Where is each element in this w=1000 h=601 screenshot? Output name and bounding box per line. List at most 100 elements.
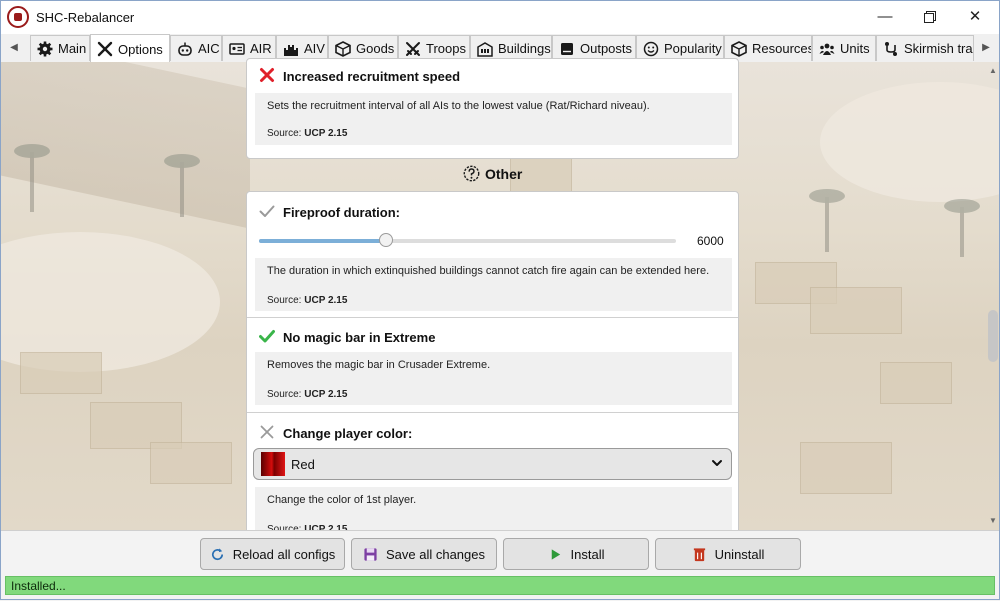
- tab-popularity-label: Popularity: [664, 41, 722, 56]
- tab-main[interactable]: Main: [30, 35, 90, 61]
- play-icon: [551, 548, 560, 560]
- color-swatch: [261, 452, 285, 476]
- tab-scroll-left-icon[interactable]: ◀: [0, 34, 28, 62]
- save-label: Save all changes: [385, 546, 485, 562]
- status-text: Installed...: [11, 579, 66, 593]
- x-mark-icon[interactable]: [259, 424, 275, 440]
- tab-skirmish-trail[interactable]: Skirmish trail: [876, 35, 974, 61]
- slider-fill: [259, 239, 387, 243]
- scroll-up-icon[interactable]: ▲: [988, 66, 998, 75]
- tab-aiv-label: AIV: [304, 41, 325, 56]
- id-card-icon: [229, 42, 245, 55]
- install-label: Install: [570, 546, 605, 562]
- tab-outposts-label: Outposts: [580, 41, 633, 56]
- tab-resources[interactable]: Resources: [724, 35, 812, 61]
- source-text: Source: UCP 2.15: [267, 389, 348, 400]
- palm-tree: [14, 144, 50, 212]
- duration-slider[interactable]: [259, 233, 676, 247]
- chevron-down-icon: [712, 460, 722, 466]
- x-mark-icon[interactable]: [259, 67, 275, 83]
- tab-aic[interactable]: AIC: [170, 35, 222, 61]
- status-bar: Installed...: [5, 576, 995, 595]
- tab-troops-label: Troops: [426, 41, 466, 56]
- slider-thumb[interactable]: [379, 233, 394, 247]
- description-text: The duration in which extinquished build…: [267, 265, 710, 277]
- maximize-icon[interactable]: [915, 6, 945, 28]
- question-circle-icon: [463, 165, 480, 182]
- description-box: The duration in which extinquished build…: [255, 258, 732, 311]
- source-text: Source: UCP 2.15: [267, 128, 348, 139]
- users-icon: [819, 43, 835, 55]
- player-color-dropdown[interactable]: Red: [253, 448, 732, 480]
- source-text: Source: UCP 2.15: [267, 295, 348, 306]
- reload-icon: [211, 547, 223, 560]
- reload-configs-button[interactable]: Reload all configs: [200, 538, 345, 570]
- checkmark-icon[interactable]: [259, 203, 275, 219]
- description-box: Removes the magic bar in Crusader Extrem…: [255, 352, 732, 405]
- footer-bar: Reload all configs Save all changes Inst…: [0, 530, 1000, 601]
- card-increased-recruitment-speed: Increased recruitment speed Sets the rec…: [246, 58, 739, 159]
- tab-units-label: Units: [840, 41, 870, 56]
- description-text: Sets the recruitment interval of all AIs…: [267, 100, 650, 112]
- card-title: Fireproof duration:: [283, 205, 400, 220]
- tab-air-label: AIR: [250, 41, 272, 56]
- save-icon: [364, 547, 377, 561]
- house: [150, 442, 232, 484]
- uninstall-label: Uninstall: [714, 546, 765, 562]
- robot-icon: [178, 42, 192, 56]
- house: [880, 362, 952, 404]
- uninstall-button[interactable]: Uninstall: [655, 538, 801, 570]
- cube-icon: [731, 40, 747, 57]
- crusader-shield-icon: [7, 6, 29, 28]
- server-icon: [561, 42, 573, 55]
- section-header-other: Other: [463, 165, 522, 182]
- card-no-magic-bar: No magic bar in Extreme Removes the magi…: [247, 318, 738, 412]
- building-icon: [477, 41, 493, 57]
- close-icon[interactable]: ✕: [960, 6, 990, 28]
- trash-icon: [693, 547, 705, 561]
- tab-main-label: Main: [58, 41, 87, 56]
- install-button[interactable]: Install: [503, 538, 649, 570]
- slider-value: 6000: [697, 234, 724, 248]
- palm-tree: [809, 189, 845, 252]
- tab-scroll-right-icon[interactable]: ▶: [972, 34, 1000, 62]
- tab-skirmish-trail-label: Skirmish trail: [904, 41, 974, 56]
- tools-icon: [97, 41, 113, 57]
- title-bar: SHC-Rebalancer — ✕: [0, 0, 1000, 34]
- box-icon: [335, 40, 351, 57]
- section-title: Other: [485, 165, 523, 182]
- tab-buildings-label: Buildings: [498, 41, 551, 56]
- card-title: Increased recruitment speed: [283, 69, 461, 84]
- palm-tree: [164, 154, 200, 217]
- vertical-scrollbar[interactable]: [988, 310, 998, 362]
- tab-aic-label: AIC: [198, 41, 220, 56]
- options-group-other: Fireproof duration: 6000 The duration in…: [246, 191, 739, 536]
- crossed-swords-icon: [406, 41, 420, 56]
- palm-tree: [944, 199, 980, 257]
- tab-goods-label: Goods: [356, 41, 395, 56]
- castle-icon: [284, 44, 298, 56]
- route-icon: [885, 41, 897, 56]
- save-changes-button[interactable]: Save all changes: [351, 538, 497, 570]
- card-change-player-color: Change player color: Red Change the colo…: [247, 413, 738, 535]
- sand-dune: [0, 232, 220, 372]
- checkmark-icon[interactable]: [259, 328, 275, 344]
- reload-label: Reload all configs: [232, 546, 336, 562]
- description-box: Sets the recruitment interval of all AIs…: [255, 93, 732, 145]
- tab-options[interactable]: Options: [90, 34, 170, 63]
- tab-units[interactable]: Units: [812, 35, 876, 61]
- scroll-down-icon[interactable]: ▼: [988, 516, 998, 525]
- dropdown-selected-value: Red: [291, 457, 315, 472]
- description-box: Change the color of 1st player. Source: …: [255, 487, 732, 535]
- house: [800, 442, 892, 494]
- house: [810, 287, 902, 334]
- card-title: No magic bar in Extreme: [283, 330, 436, 345]
- minimize-icon[interactable]: —: [870, 6, 900, 28]
- card-title: Change player color:: [283, 426, 413, 441]
- description-text: Change the color of 1st player.: [267, 494, 417, 506]
- description-text: Removes the magic bar in Crusader Extrem…: [267, 359, 491, 371]
- tab-resources-label: Resources: [752, 41, 812, 56]
- house: [20, 352, 102, 394]
- gear-icon: [37, 41, 53, 56]
- sand-dune: [820, 82, 1000, 202]
